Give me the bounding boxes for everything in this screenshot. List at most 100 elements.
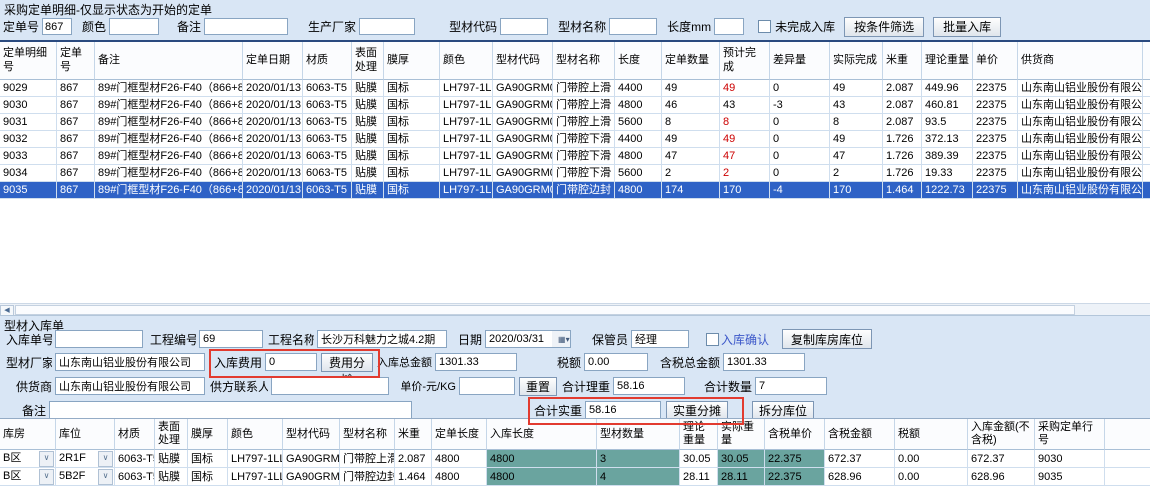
table-row[interactable]: 903586789#门框型材F26-F40（866+867）2020/01/13… — [0, 182, 1150, 199]
grid-cell[interactable]: 22.375 — [765, 468, 825, 486]
grid-cell[interactable]: 门带腔上滑 — [340, 450, 395, 468]
grid-cell[interactable]: 山东南山铝业股份有限公司 — [1018, 148, 1143, 165]
grid-cell[interactable]: 5600 — [615, 114, 662, 131]
grid-cell[interactable]: 867 — [57, 80, 95, 97]
grid-cell[interactable]: 6063-T5 — [115, 450, 155, 468]
grid-cell[interactable]: 89#门框型材F26-F40（866+867） — [95, 80, 243, 97]
grid-cell[interactable]: 门带腔下滑 — [553, 131, 615, 148]
grid-cell[interactable]: 19.33 — [922, 165, 973, 182]
reset-button[interactable]: 重置 — [519, 377, 557, 396]
table-row[interactable]: ∨B区∨5B2F6063-T5贴膜国标LH797-1LL0GA90GRM05门带… — [0, 468, 1150, 486]
column-header[interactable]: 理论重量 — [922, 42, 973, 80]
grid-cell[interactable]: 22375 — [973, 148, 1018, 165]
grid-cell[interactable]: 2.087 — [883, 80, 922, 97]
inbound-total-field[interactable] — [435, 353, 517, 371]
column-header[interactable]: 理论重量 — [680, 419, 718, 450]
grid-cell[interactable]: 贴膜 — [352, 165, 384, 182]
grid-cell[interactable]: 贴膜 — [155, 468, 188, 486]
column-header[interactable]: 单价 — [973, 42, 1018, 80]
column-header[interactable]: 定单日期 — [243, 42, 303, 80]
grid-cell[interactable]: GA90GRM05 — [283, 468, 340, 486]
column-header[interactable]: 入库金额(不含税) — [968, 419, 1035, 450]
grid-cell[interactable]: 174 — [662, 182, 720, 199]
grid-cell[interactable]: 47 — [720, 148, 770, 165]
grid-cell[interactable]: 89#门框型材F26-F40（866+867） — [95, 148, 243, 165]
grid-cell[interactable]: 867 — [57, 97, 95, 114]
grid-cell[interactable]: 22375 — [973, 165, 1018, 182]
table-row[interactable]: ∨B区∨2R1F6063-T5贴膜国标LH797-1LL0GA90GRM03门带… — [0, 450, 1150, 468]
grid-cell[interactable]: 4800 — [615, 97, 662, 114]
grid-cell[interactable]: 22375 — [973, 114, 1018, 131]
unit-price-field[interactable] — [459, 377, 515, 395]
grid-cell[interactable]: 372.13 — [922, 131, 973, 148]
column-header[interactable]: 定单数量 — [662, 42, 720, 80]
grid-cell[interactable]: 89#门框型材F26-F40（866+867） — [95, 165, 243, 182]
grid-cell[interactable]: 5600 — [615, 165, 662, 182]
grid-cell[interactable]: LH797-1LL0 — [440, 97, 493, 114]
unfinished-checkbox[interactable] — [758, 20, 771, 33]
grid-cell[interactable]: 49 — [720, 131, 770, 148]
grid-cell[interactable]: 2020/01/13 — [243, 165, 303, 182]
inbound-confirm-checkbox[interactable] — [706, 333, 719, 346]
grid-cell[interactable]: 1.726 — [883, 131, 922, 148]
remark-field[interactable] — [49, 401, 412, 419]
column-header[interactable]: 预计完成 — [720, 42, 770, 80]
tax-field[interactable] — [584, 353, 648, 371]
grid-cell[interactable]: 国标 — [384, 165, 440, 182]
grid-cell[interactable]: 门带腔边封 — [340, 468, 395, 486]
grid-cell[interactable]: 43 — [830, 97, 883, 114]
column-header[interactable]: 膜厚 — [384, 42, 440, 80]
grid-cell[interactable]: 1.464 — [883, 182, 922, 199]
total-with-tax-field[interactable] — [723, 353, 805, 371]
profile-maker-field[interactable] — [55, 353, 205, 371]
batch-inbound-button[interactable]: 批量入库 — [933, 17, 1001, 37]
column-header[interactable]: 实际重量 — [718, 419, 765, 450]
grid-cell[interactable]: 国标 — [384, 80, 440, 97]
grid-cell[interactable]: LH797-1LL0 — [440, 131, 493, 148]
grid-cell[interactable]: ∨5B2F — [56, 468, 115, 486]
grid-cell[interactable]: 0 — [770, 165, 830, 182]
grid-cell[interactable]: 30.05 — [718, 450, 765, 468]
supplier-field[interactable] — [55, 377, 205, 395]
grid-cell[interactable]: 460.81 — [922, 97, 973, 114]
grid-cell[interactable]: 4800 — [487, 468, 597, 486]
grid-cell[interactable]: 山东南山铝业股份有限公司 — [1018, 131, 1143, 148]
grid-cell[interactable]: 山东南山铝业股份有限公司 — [1018, 182, 1143, 199]
grid-cell[interactable]: 2 — [720, 165, 770, 182]
table-row[interactable]: 903086789#门框型材F26-F40（866+867）2020/01/13… — [0, 97, 1150, 114]
grid-cell[interactable]: 170 — [720, 182, 770, 199]
column-header[interactable]: 型材代码 — [493, 42, 553, 80]
inbound-fee-field[interactable] — [265, 353, 317, 371]
grid-cell[interactable]: 47 — [662, 148, 720, 165]
column-header[interactable]: 税额 — [895, 419, 968, 450]
scroll-left-icon[interactable]: ◀ — [0, 305, 14, 316]
total-actual-weight-field[interactable] — [585, 401, 661, 419]
column-header[interactable]: 含税单价 — [765, 419, 825, 450]
grid-cell[interactable]: 9033 — [0, 148, 57, 165]
grid-cell[interactable]: 4800 — [432, 450, 487, 468]
grid-cell[interactable]: LH797-1LL0 — [440, 114, 493, 131]
grid-cell[interactable]: ∨2R1F — [56, 450, 115, 468]
grid-cell[interactable]: 9035 — [0, 182, 57, 199]
grid-cell[interactable]: 867 — [57, 148, 95, 165]
date-field[interactable] — [485, 330, 553, 348]
grid-cell[interactable]: 9030 — [0, 97, 57, 114]
column-header[interactable]: 定单长度 — [432, 419, 487, 450]
grid-cell[interactable]: 93.5 — [922, 114, 973, 131]
grid-cell[interactable]: 9031 — [0, 114, 57, 131]
grid-cell[interactable]: 6063-T5 — [303, 148, 352, 165]
grid-cell[interactable]: 30.05 — [680, 450, 718, 468]
grid-cell[interactable]: 4400 — [615, 131, 662, 148]
grid-cell[interactable]: GA90GRM04 — [493, 165, 553, 182]
grid-cell[interactable]: 2.087 — [883, 114, 922, 131]
manufacturer-input[interactable] — [359, 18, 415, 35]
grid-cell[interactable]: 1.726 — [883, 165, 922, 182]
column-header[interactable]: 型材名称 — [340, 419, 395, 450]
grid-cell[interactable]: 2020/01/13 — [243, 97, 303, 114]
grid-cell[interactable]: 867 — [57, 165, 95, 182]
grid-cell[interactable]: 6063-T5 — [303, 182, 352, 199]
grid-cell[interactable]: 2 — [830, 165, 883, 182]
copy-warehouse-button[interactable]: 复制库房库位 — [782, 329, 872, 349]
grid-cell[interactable]: LH797-1LL0 — [228, 450, 283, 468]
combo-dropdown-icon[interactable]: ∨ — [39, 451, 54, 467]
